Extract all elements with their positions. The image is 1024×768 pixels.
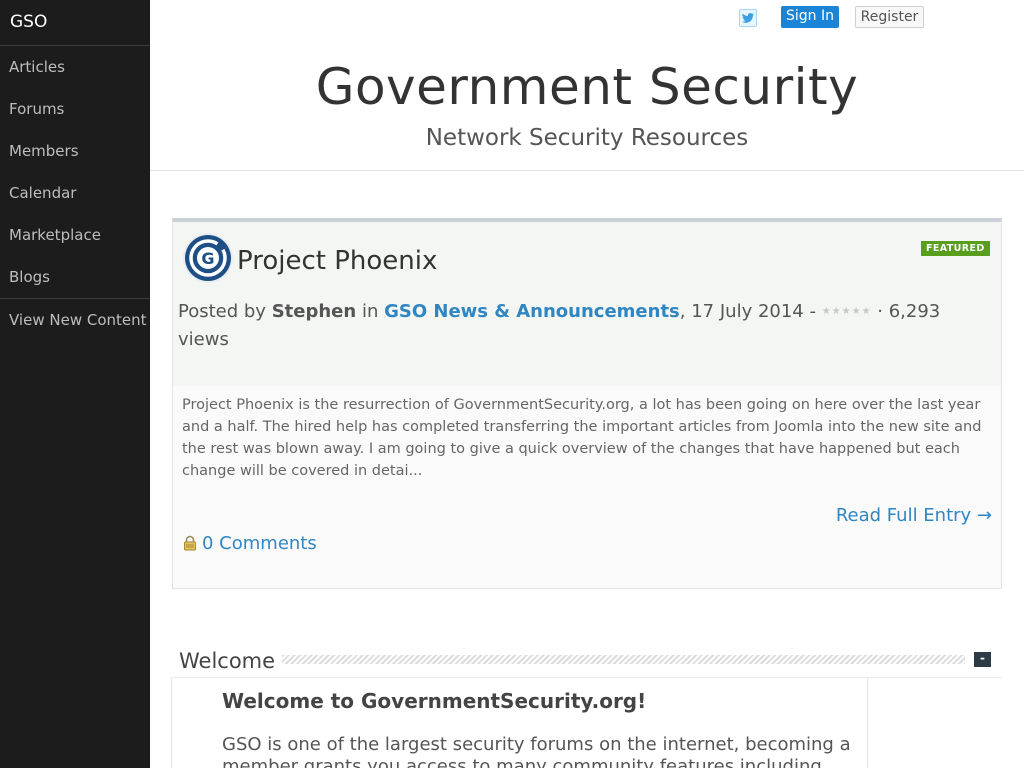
in-label: in — [361, 301, 379, 322]
twitter-icon[interactable] — [739, 9, 757, 27]
comments-link[interactable]: 0 Comments — [182, 533, 317, 554]
entry-header: G Project Phoenix FEATURED Posted by Ste… — [173, 222, 1001, 386]
entry-excerpt: Project Phoenix is the resurrection of G… — [182, 397, 982, 479]
sidebar-item-marketplace[interactable]: Marketplace — [0, 214, 150, 256]
blog-entry: G Project Phoenix FEATURED Posted by Ste… — [172, 218, 1002, 589]
welcome-heading: Welcome — [179, 649, 282, 673]
entry-date: , 17 July 2014 - — [679, 301, 816, 322]
section-divider — [282, 655, 965, 664]
sidebar-item-articles[interactable]: Articles — [0, 46, 150, 88]
author-link[interactable]: Stephen — [272, 301, 357, 322]
entry-meta: Posted by Stephen in GSO News & Announce… — [178, 298, 968, 354]
svg-text:G: G — [201, 249, 214, 268]
welcome-text: GSO is one of the largest security forum… — [222, 734, 851, 768]
brand-link[interactable]: GSO — [0, 0, 150, 46]
register-button[interactable]: Register — [855, 6, 924, 28]
welcome-column-divider — [867, 678, 868, 768]
sidebar-item-calendar[interactable]: Calendar — [0, 172, 150, 214]
category-link[interactable]: GSO News & Announcements — [384, 301, 680, 322]
sidebar-item-members[interactable]: Members — [0, 130, 150, 172]
featured-badge: FEATURED — [921, 241, 990, 256]
sidebar-item-forums[interactable]: Forums — [0, 88, 150, 130]
read-full-entry-link[interactable]: Read Full Entry → — [836, 505, 992, 526]
comments-count: 0 Comments — [202, 533, 317, 554]
sidebar-item-blogs[interactable]: Blogs — [0, 256, 150, 298]
site-subtitle: Network Security Resources — [425, 125, 749, 151]
lock-icon — [182, 535, 198, 551]
sidebar: GSO Articles Forums Members Calendar Mar… — [0, 0, 150, 768]
welcome-panel: Welcome to GovernmentSecurity.org! GSO i… — [171, 677, 1002, 768]
site-header: Sign In Register Government Security Net… — [150, 0, 1024, 171]
gso-logo-icon: G — [182, 232, 234, 284]
site-title: Government Security — [315, 58, 859, 116]
rating-stars[interactable]: ★★★★★ — [822, 298, 872, 326]
welcome-header: Welcome - — [172, 647, 1002, 675]
entry-title[interactable]: Project Phoenix — [237, 246, 437, 276]
collapse-button[interactable]: - — [974, 652, 991, 667]
sidebar-item-view-new-content[interactable]: View New Content — [0, 298, 150, 340]
sign-in-button[interactable]: Sign In — [781, 6, 839, 28]
welcome-title: Welcome to GovernmentSecurity.org! — [222, 689, 647, 713]
posted-by-label: Posted by — [178, 301, 266, 322]
